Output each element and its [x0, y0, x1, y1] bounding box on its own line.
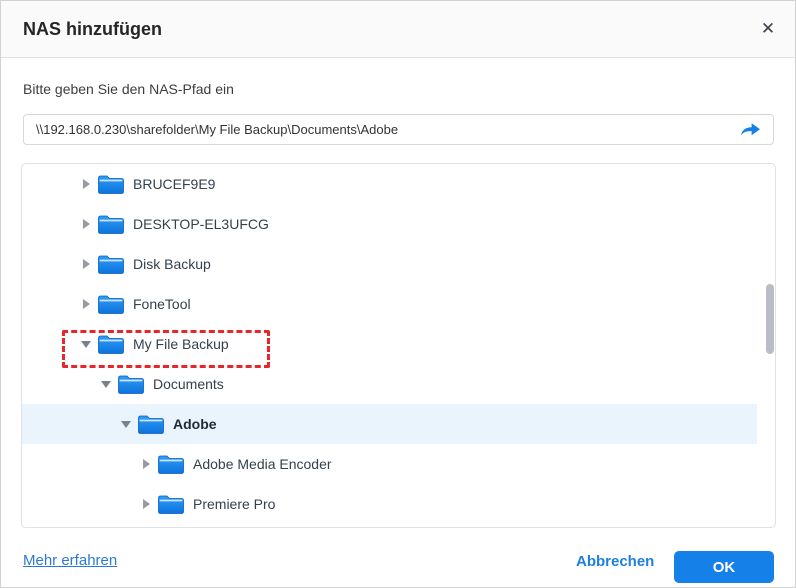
tree-item[interactable]: DESKTOP-EL3UFCG [22, 204, 775, 244]
nas-add-dialog: NAS hinzufügen ✕ Bitte geben Sie den NAS… [0, 0, 796, 588]
tree-item-my-file-backup[interactable]: My File Backup [22, 324, 775, 364]
tree-item[interactable]: Documents [22, 364, 775, 404]
tree-item[interactable]: Disk Backup [22, 244, 775, 284]
expand-arrow-icon[interactable] [143, 499, 150, 509]
tree-item-selected[interactable]: Adobe [22, 404, 757, 444]
dialog-title: NAS hinzufügen [23, 1, 162, 57]
tree-item-label: Disk Backup [133, 256, 211, 272]
folder-icon [138, 414, 164, 434]
folder-icon [158, 494, 184, 514]
folder-icon [98, 334, 124, 354]
cancel-button[interactable]: Abbrechen [576, 553, 650, 570]
folder-icon [98, 214, 124, 234]
folder-icon [118, 374, 144, 394]
tree-item-label: My File Backup [133, 336, 229, 352]
tree-item[interactable]: Adobe Media Encoder [22, 444, 775, 484]
scrollbar-thumb[interactable] [766, 284, 774, 354]
expand-arrow-icon[interactable] [83, 179, 90, 189]
path-input-label: Bitte geben Sie den NAS-Pfad ein [23, 81, 234, 97]
tree-item-label: Documents [153, 376, 224, 392]
folder-icon [158, 454, 184, 474]
path-input-wrap [23, 114, 774, 145]
tree-item-label: Adobe [173, 416, 217, 432]
folder-icon [98, 174, 124, 194]
folder-icon [98, 254, 124, 274]
learn-more-link[interactable]: Mehr erfahren [23, 552, 117, 569]
collapse-arrow-icon[interactable] [81, 341, 91, 348]
tree-item[interactable]: Premiere Pro [22, 484, 775, 524]
expand-arrow-icon[interactable] [83, 299, 90, 309]
collapse-arrow-icon[interactable] [121, 421, 131, 428]
expand-arrow-icon[interactable] [83, 259, 90, 269]
tree-item-label: FoneTool [133, 296, 191, 312]
close-icon[interactable]: ✕ [753, 14, 783, 44]
nas-path-input[interactable] [24, 115, 773, 144]
tree-item[interactable]: FoneTool [22, 284, 775, 324]
tree-item-label: Adobe Media Encoder [193, 456, 332, 472]
tree-item-label: Premiere Pro [193, 496, 275, 512]
tree-item-label: BRUCEF9E9 [133, 176, 215, 192]
tree-item-label: DESKTOP-EL3UFCG [133, 216, 269, 232]
expand-arrow-icon[interactable] [143, 459, 150, 469]
expand-arrow-icon[interactable] [83, 219, 90, 229]
folder-icon [98, 294, 124, 314]
forward-arrow-icon[interactable] [739, 122, 761, 138]
ok-button[interactable]: OK [674, 551, 774, 583]
dialog-header: NAS hinzufügen ✕ [1, 1, 795, 58]
tree-item[interactable]: BRUCEF9E9 [22, 164, 775, 204]
collapse-arrow-icon[interactable] [101, 381, 111, 388]
folder-tree: BRUCEF9E9 DESKTOP-EL3UFCG Disk Backup Fo… [21, 163, 776, 528]
